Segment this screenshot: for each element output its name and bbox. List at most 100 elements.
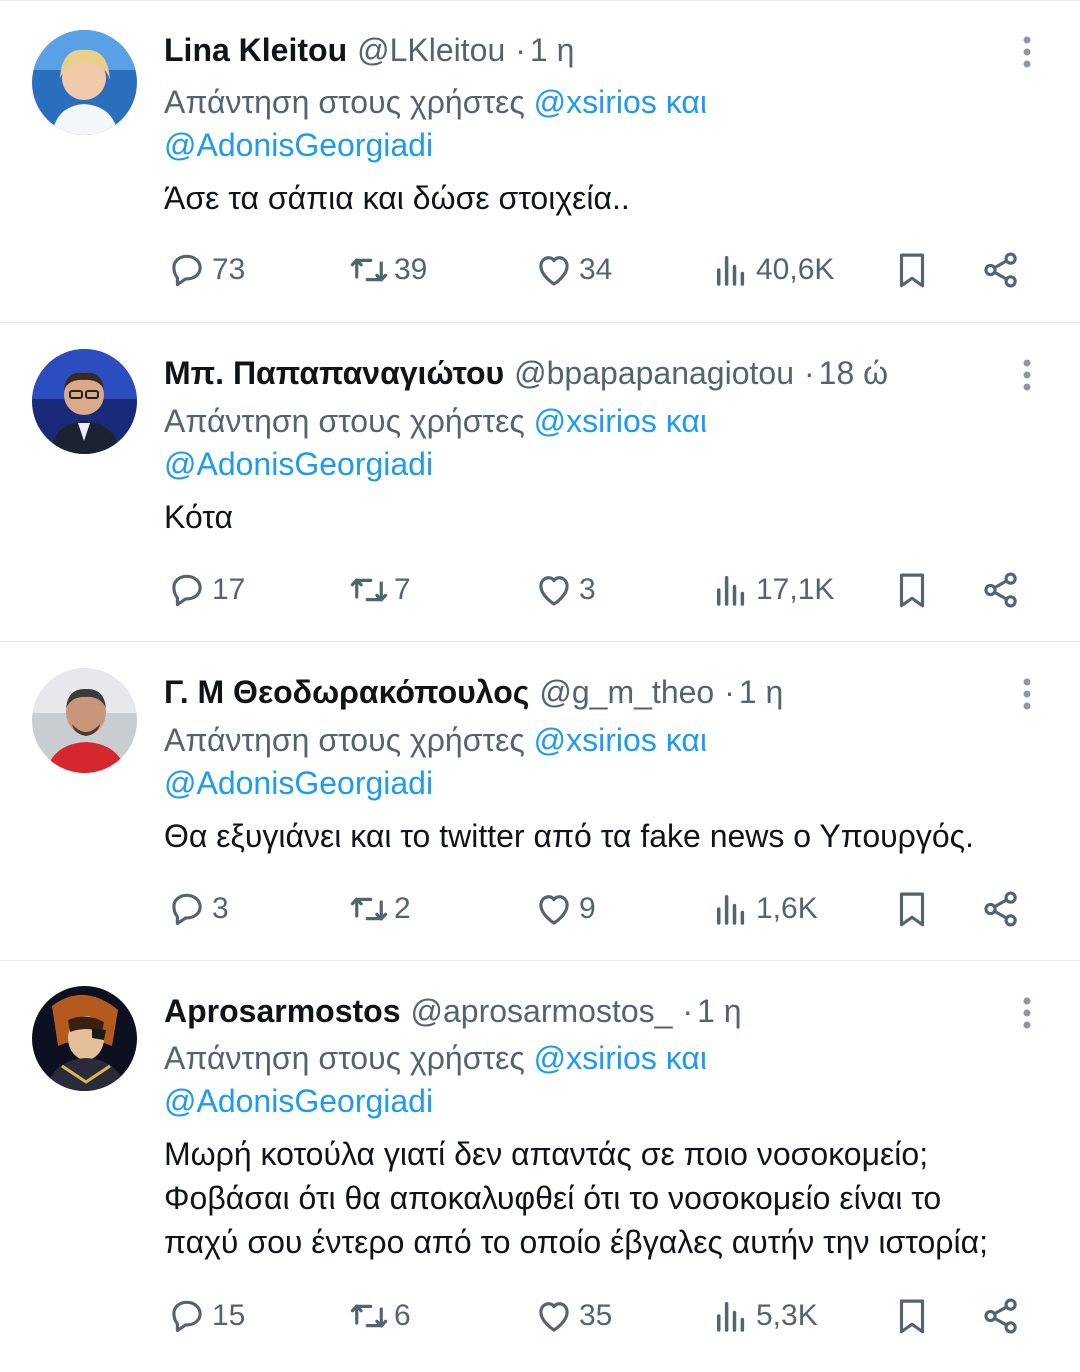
separator-dot: · [515,32,526,68]
retweet-button[interactable]: 39 [348,245,427,295]
views-icon [717,895,745,925]
mention-link[interactable]: @xsirios και [534,1040,707,1076]
view-count: 40,6K [756,253,835,286]
tweet-text-line: παχύ σου έντερο από το οποίο έβγαλες αυτ… [164,1224,988,1260]
views-button[interactable]: 17,1K [710,565,834,615]
tweet[interactable]: Aprosarmostos @aprosarmostos_ · 1 η Απάντησ… [0,961,1080,1372]
action-bar: 73 39 34 40,6K [0,245,1080,295]
reply-prefix: Απάντηση στους χρήστες [164,403,525,439]
retweet-count: 2 [394,892,411,925]
views-button[interactable]: 1,6K [710,884,818,934]
tweet-header: Γ. Μ Θεοδωρακόπουλος @g_m_theo · 1 η [164,672,783,712]
tweet[interactable]: Γ. Μ Θεοδωρακόπουλος @g_m_theo · 1 η Απάντη… [0,642,1080,961]
bookmark-button[interactable] [891,245,933,295]
tweet-header: Aprosarmostos @aprosarmostos_ · 1 η [164,991,742,1031]
reply-prefix: Απάντηση στους χρήστες [164,1040,525,1076]
bookmark-button[interactable] [891,884,933,934]
share-button[interactable] [980,884,1022,934]
reply-button[interactable]: 3 [166,884,229,934]
bookmark-button[interactable] [891,565,933,615]
like-button[interactable]: 3 [533,565,596,615]
share-icon [984,891,1017,927]
avatar[interactable] [32,30,137,135]
tweet[interactable]: Lina Kleitou @LKleitou · 1 η Απάντηση στους… [0,0,1080,323]
mention-link[interactable]: @AdonisGeorgiadi [164,446,433,482]
mention-link[interactable]: @AdonisGeorgiadi [164,765,433,801]
reply-button[interactable]: 73 [166,245,245,295]
share-icon [984,572,1017,608]
timestamp[interactable]: 18 ώ [819,355,888,391]
reply-icon [172,574,202,607]
mention-link[interactable]: @xsirios και [534,722,707,758]
like-button[interactable]: 9 [533,884,596,934]
reply-count: 3 [212,892,229,925]
reply-context: Απάντηση στους χρήστες @xsirios και [164,399,707,443]
reply-icon [172,254,202,287]
views-button[interactable]: 5,3K [710,1291,818,1341]
views-button[interactable]: 40,6K [710,245,834,295]
display-name[interactable]: Aprosarmostos [164,993,401,1029]
tweet[interactable]: Μπ. Παπαπαναγιώτου @bpapapanagiotou · 18 ώ … [0,323,1080,642]
retweet-count: 7 [394,573,411,606]
retweet-icon [350,578,388,602]
reply-context-line2: @AdonisGeorgiadi [164,123,433,167]
share-button[interactable] [980,565,1022,615]
display-name[interactable]: Μπ. Παπαπαναγιώτου [164,355,504,391]
more-icon[interactable] [1012,357,1042,397]
like-count: 34 [579,253,613,286]
retweet-button[interactable]: 7 [348,565,411,615]
retweet-icon [350,1304,388,1328]
bookmark-button[interactable] [891,1291,933,1341]
views-icon [717,1302,745,1332]
user-handle[interactable]: @LKleitou [357,32,505,68]
view-count: 17,1K [756,573,835,606]
mention-link[interactable]: @AdonisGeorgiadi [164,127,433,163]
tweet-text-line: Άσε τα σάπια και δώσε στοιχεία.. [164,180,630,216]
user-handle[interactable]: @bpapapanagiotou [514,355,794,391]
more-icon[interactable] [1012,676,1042,716]
tweet-header: Lina Kleitou @LKleitou · 1 η [164,30,574,70]
retweet-icon [350,258,388,282]
action-bar: 3 2 9 1,6K [0,884,1080,934]
avatar[interactable] [32,986,137,1091]
timestamp[interactable]: 1 η [697,993,741,1029]
like-count: 9 [579,892,596,925]
retweet-count: 39 [394,253,428,286]
share-button[interactable] [980,1291,1022,1341]
avatar[interactable] [32,668,137,773]
view-count: 5,3K [756,1299,818,1332]
reply-context-line2: @AdonisGeorgiadi [164,1079,433,1123]
tweet-text: Θα εξυγιάνει και το twitter από τα fake … [164,814,1044,858]
separator-dot: · [803,355,815,391]
bookmark-icon [899,253,925,288]
tweet-text-line: Φοβάσαι ότι θα αποκαλυφθεί ότι το νοσοκο… [164,1180,942,1216]
mention-link[interactable]: @xsirios και [534,403,707,439]
share-icon [984,252,1017,288]
reply-context-line2: @AdonisGeorgiadi [164,761,433,805]
reply-button[interactable]: 17 [166,565,245,615]
retweet-icon [350,897,388,921]
display-name[interactable]: Γ. Μ Θεοδωρακόπουλος [164,674,529,710]
display-name[interactable]: Lina Kleitou [164,32,347,68]
separator-dot: · [724,674,735,710]
reply-button[interactable]: 15 [166,1291,245,1341]
retweet-button[interactable]: 6 [348,1291,411,1341]
tweet-text-line: Μωρή κοτούλα γιατί δεν απαντάς σε ποιο ν… [164,1136,929,1172]
timestamp[interactable]: 1 η [530,32,574,68]
share-button[interactable] [980,245,1022,295]
like-button[interactable]: 35 [533,1291,612,1341]
retweet-button[interactable]: 2 [348,884,411,934]
heart-icon [539,895,569,925]
more-icon[interactable] [1012,995,1042,1035]
user-handle[interactable]: @g_m_theo [539,674,714,710]
mention-link[interactable]: @xsirios και [534,84,707,120]
reply-icon [172,1300,202,1333]
avatar[interactable] [32,349,137,454]
reply-icon [172,893,202,926]
heart-icon [539,576,569,606]
user-handle[interactable]: @aprosarmostos_ [411,993,673,1029]
like-button[interactable]: 34 [533,245,612,295]
mention-link[interactable]: @AdonisGeorgiadi [164,1083,433,1119]
timestamp[interactable]: 1 η [739,674,783,710]
more-icon[interactable] [1012,34,1042,74]
